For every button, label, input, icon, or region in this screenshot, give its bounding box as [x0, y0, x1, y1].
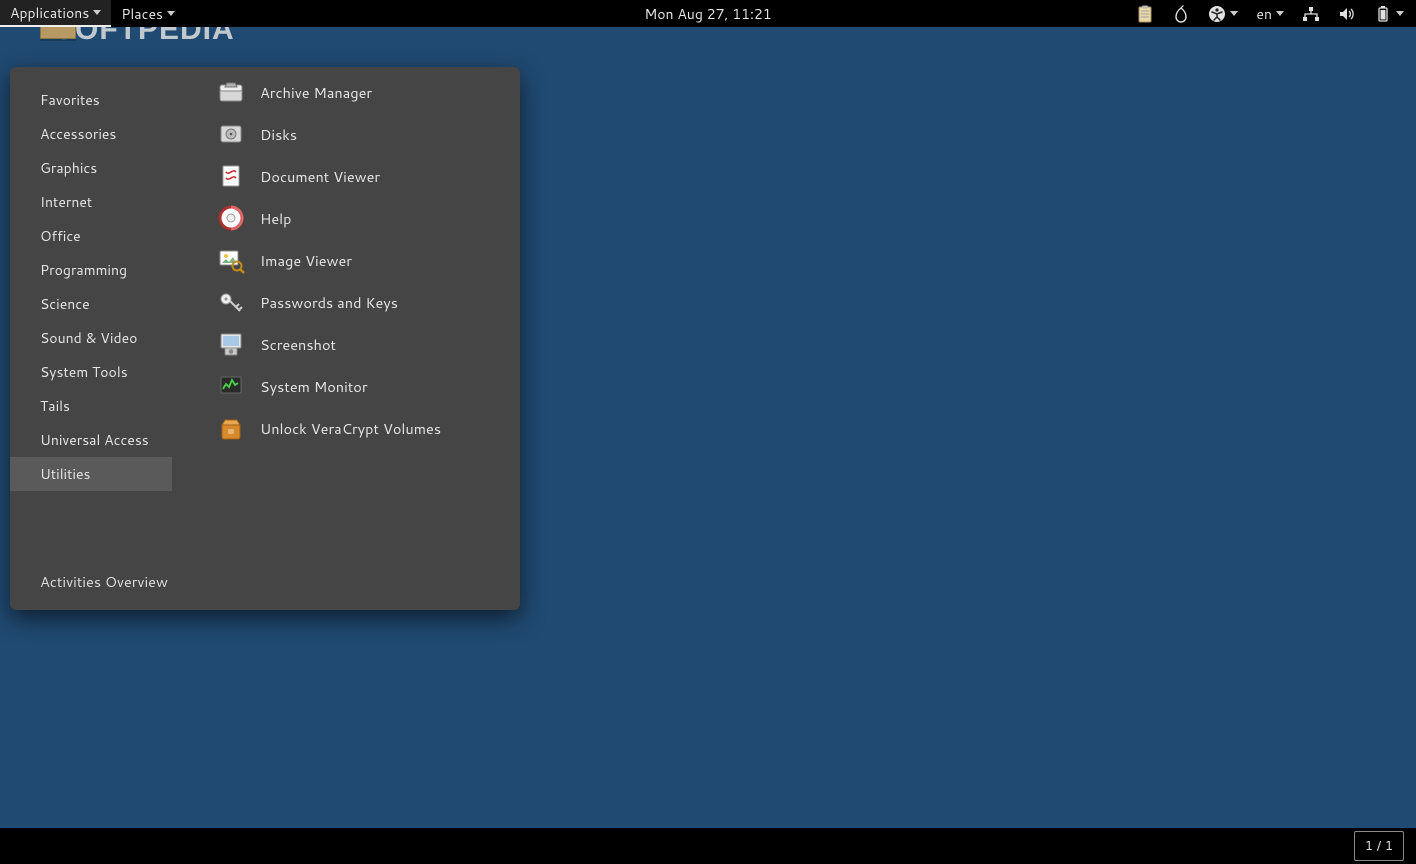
chevron-down-icon	[1230, 11, 1238, 16]
app-item-document-viewer[interactable]: Document Viewer	[172, 155, 520, 197]
app-item-archive-manager[interactable]: Archive Manager	[172, 71, 520, 113]
chevron-down-icon	[167, 11, 175, 16]
disks-icon	[216, 119, 246, 149]
volume-tray-item[interactable]	[1338, 5, 1356, 23]
veracrypt-icon	[216, 413, 246, 443]
category-item-accessories[interactable]: Accessories	[10, 117, 172, 151]
category-item-internet[interactable]: Internet	[10, 185, 172, 219]
application-list: Archive Manager Disks Document Viewer Help I…	[172, 67, 520, 559]
category-list: FavoritesAccessoriesGraphicsInternetOffi…	[10, 67, 172, 559]
applications-dropdown-body: FavoritesAccessoriesGraphicsInternetOffi…	[10, 67, 520, 559]
activities-overview-item[interactable]: Activities Overview	[40, 571, 520, 592]
app-item-screenshot[interactable]: Screenshot	[172, 323, 520, 365]
category-item-system-tools[interactable]: System Tools	[10, 355, 172, 389]
onion-icon	[1172, 5, 1190, 23]
app-item-label: Unlock VeraCrypt Volumes	[260, 418, 441, 439]
app-item-passwords-and-keys[interactable]: Passwords and Keys	[172, 281, 520, 323]
category-item-graphics[interactable]: Graphics	[10, 151, 172, 185]
category-item-office[interactable]: Office	[10, 219, 172, 253]
app-item-label: Document Viewer	[260, 166, 380, 187]
battery-icon	[1374, 5, 1392, 23]
accessibility-icon	[1208, 5, 1226, 23]
places-menu-button[interactable]: Places	[111, 0, 185, 27]
docview-icon	[216, 161, 246, 191]
category-item-favorites[interactable]: Favorites	[10, 83, 172, 117]
screenshot-icon	[216, 329, 246, 359]
topbar-left: Applications Places	[0, 0, 185, 27]
category-item-programming[interactable]: Programming	[10, 253, 172, 287]
accessibility-tray-item[interactable]	[1208, 5, 1238, 23]
keys-icon	[216, 287, 246, 317]
category-item-tails[interactable]: Tails	[10, 389, 172, 423]
category-item-utilities[interactable]: Utilities	[10, 457, 172, 491]
app-item-label: Archive Manager	[260, 82, 372, 103]
app-item-system-monitor[interactable]: System Monitor	[172, 365, 520, 407]
category-item-universal-access[interactable]: Universal Access	[10, 423, 172, 457]
imgview-icon	[216, 245, 246, 275]
app-item-label: Image Viewer	[260, 250, 352, 271]
category-item-science[interactable]: Science	[10, 287, 172, 321]
volume-icon	[1338, 5, 1356, 23]
app-item-disks[interactable]: Disks	[172, 113, 520, 155]
onion-tray-item[interactable]	[1172, 5, 1190, 23]
app-item-label: System Monitor	[260, 376, 368, 397]
workspace-indicator[interactable]: 1 / 1	[1354, 831, 1404, 861]
chevron-down-icon	[1396, 11, 1404, 16]
applications-dropdown-footer: Activities Overview	[10, 559, 520, 600]
app-item-label: Screenshot	[260, 334, 336, 355]
places-menu-label: Places	[121, 4, 163, 24]
top-panel: Applications Places Mon Aug 27, 11:21 en	[0, 0, 1416, 27]
chevron-down-icon	[1276, 11, 1284, 16]
category-item-sound-video[interactable]: Sound & Video	[10, 321, 172, 355]
applications-dropdown: FavoritesAccessoriesGraphicsInternetOffi…	[10, 67, 520, 610]
network-tray-item[interactable]	[1302, 5, 1320, 23]
app-item-unlock-veracrypt-volumes[interactable]: Unlock VeraCrypt Volumes	[172, 407, 520, 449]
applications-menu-label: Applications	[10, 3, 89, 23]
app-item-label: Disks	[260, 124, 297, 145]
language-indicator-label: en	[1256, 4, 1272, 24]
clock[interactable]: Mon Aug 27, 11:21	[644, 4, 771, 24]
applications-menu-button[interactable]: Applications	[0, 0, 111, 27]
clipboard-tray-item[interactable]	[1136, 5, 1154, 23]
app-item-help[interactable]: Help	[172, 197, 520, 239]
chevron-down-icon	[93, 10, 101, 15]
network-icon	[1302, 5, 1320, 23]
battery-tray-item[interactable]	[1374, 5, 1404, 23]
bottom-panel: 1 / 1	[0, 828, 1416, 864]
language-tray-item[interactable]: en	[1256, 4, 1284, 24]
app-item-label: Passwords and Keys	[260, 292, 398, 313]
clipboard-icon	[1136, 5, 1154, 23]
app-item-label: Help	[260, 208, 291, 229]
app-item-image-viewer[interactable]: Image Viewer	[172, 239, 520, 281]
archive-icon	[216, 77, 246, 107]
desktop[interactable]: SOFTPEDIA FavoritesAccessoriesGraphicsIn…	[0, 27, 1416, 828]
system-tray: en	[1136, 0, 1416, 27]
help-icon	[216, 203, 246, 233]
sysmon-icon	[216, 371, 246, 401]
